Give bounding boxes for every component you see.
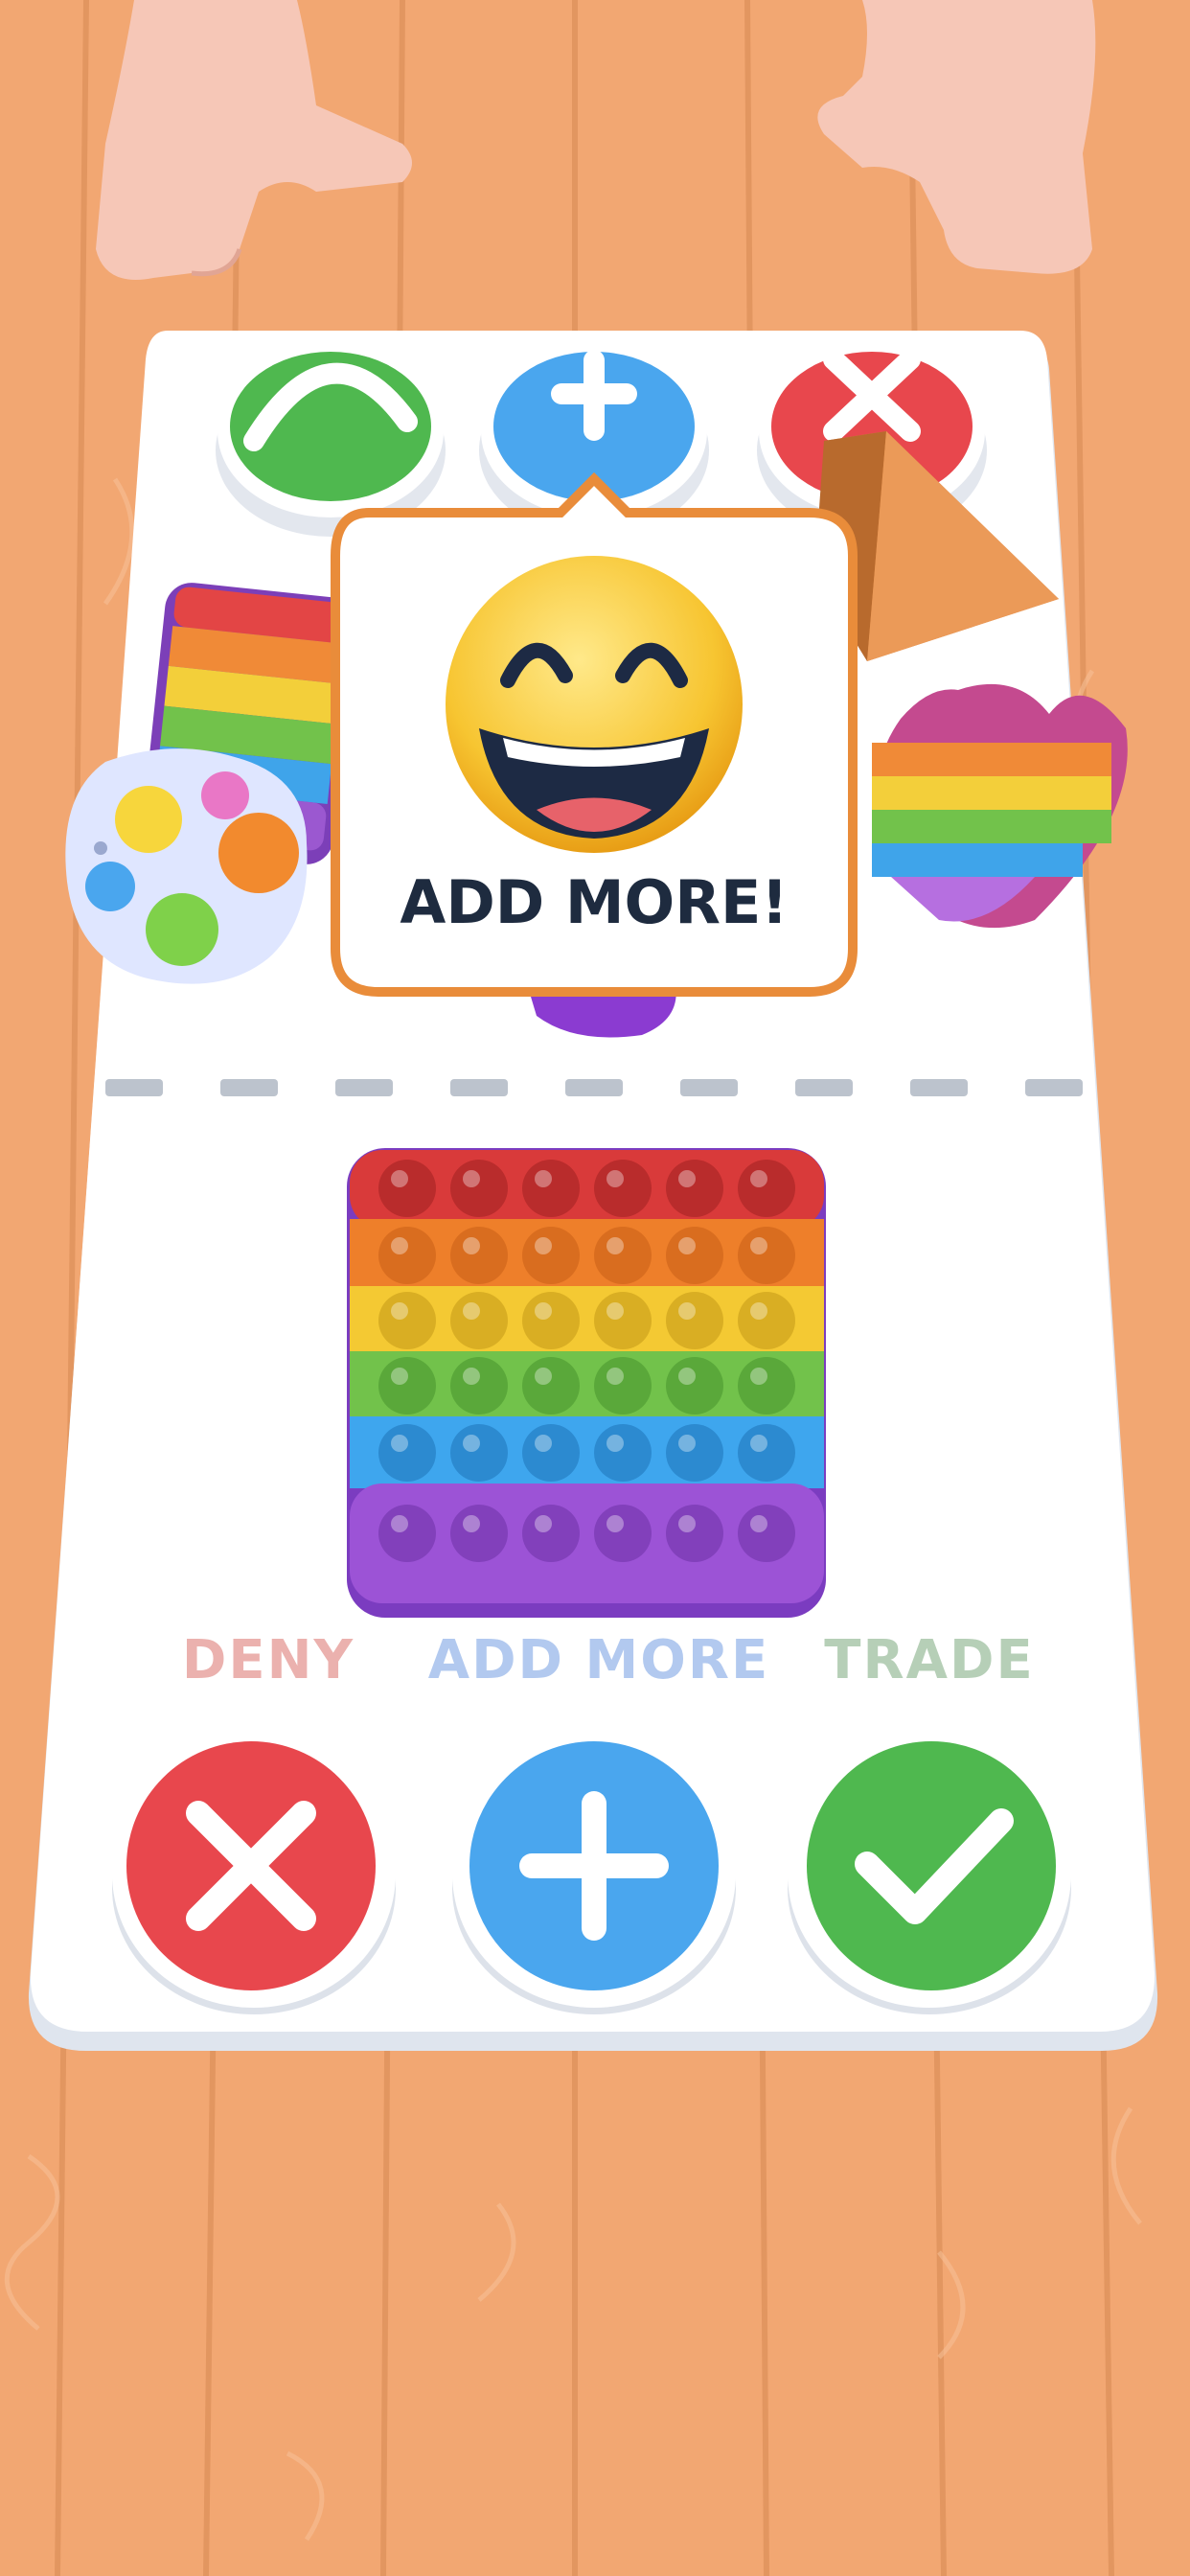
trade-label: TRADE <box>824 1629 1035 1691</box>
plus-icon <box>452 1739 736 2014</box>
add-more-button[interactable] <box>450 1730 738 2017</box>
trade-button[interactable] <box>786 1730 1073 2017</box>
choice-overlay: ADD MORE! DENY ADD MORE TRADE <box>0 0 1190 2576</box>
deny-label: DENY <box>181 1629 355 1691</box>
speech-bubble-text: ADD MORE! <box>400 867 789 937</box>
checkmark-icon <box>788 1739 1071 2014</box>
deny-button[interactable] <box>110 1730 398 2017</box>
deny-x-icon <box>112 1739 396 2014</box>
add-more-label: ADD MORE <box>427 1629 770 1691</box>
